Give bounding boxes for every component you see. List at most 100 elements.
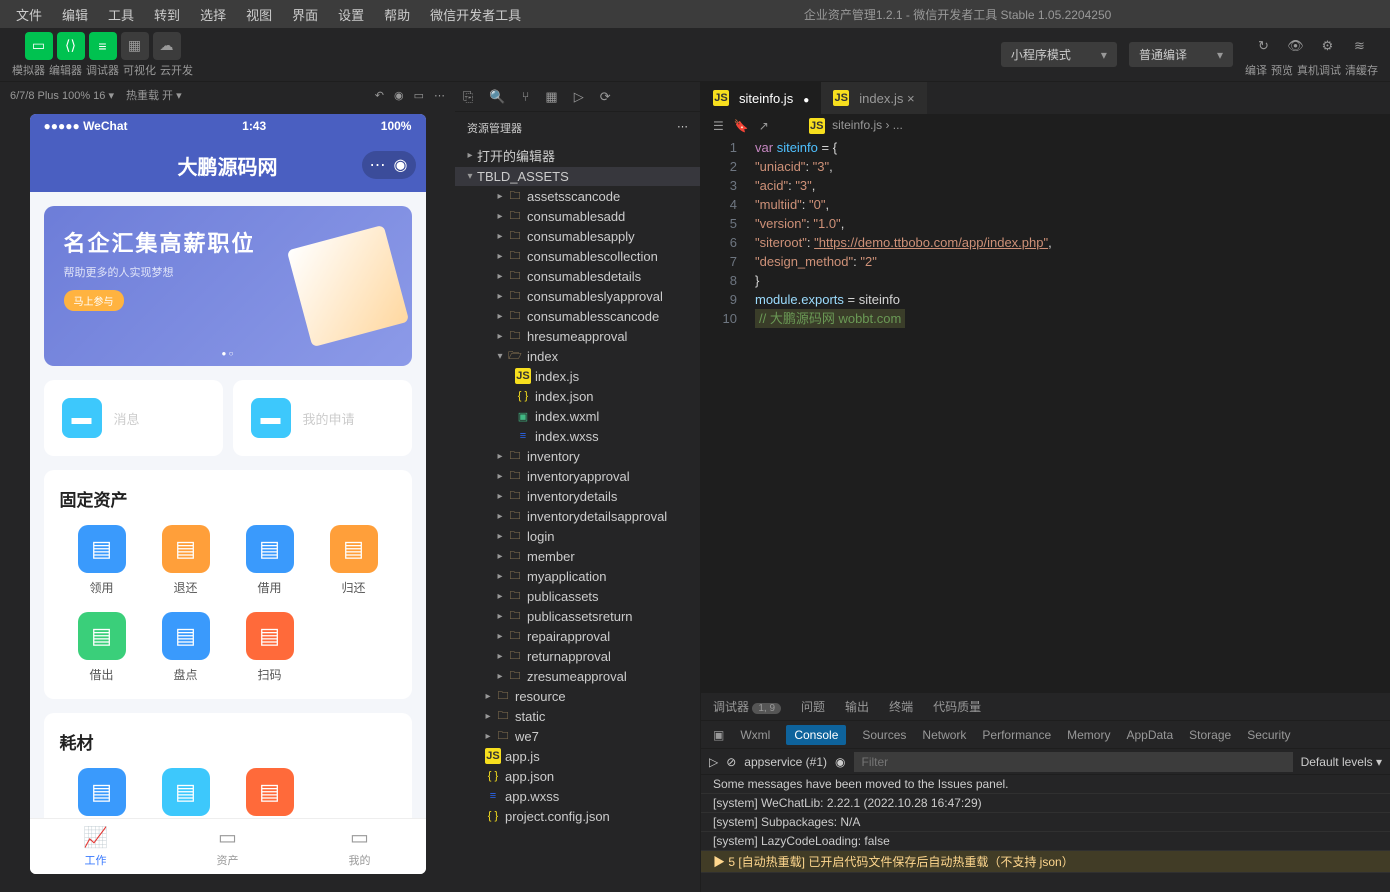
- grid-item[interactable]: ▤扫码: [228, 612, 312, 683]
- devtools-subtab[interactable]: Storage: [1189, 728, 1231, 742]
- devtools-subtab[interactable]: AppData: [1126, 728, 1173, 742]
- grid-item[interactable]: ▤借用: [228, 525, 312, 596]
- devtools-subtab[interactable]: Performance: [982, 728, 1051, 742]
- folder[interactable]: ▸🗀member: [455, 546, 700, 566]
- folder[interactable]: ▸🗀consumablesscancode: [455, 306, 700, 326]
- git-icon[interactable]: ⑂: [522, 89, 530, 104]
- more-icon[interactable]: ⋯: [677, 120, 688, 136]
- menu-item[interactable]: 帮助: [376, 2, 418, 27]
- menu-item[interactable]: 工具: [100, 2, 142, 27]
- file[interactable]: { }index.json: [455, 386, 700, 406]
- grid-item[interactable]: ▤归还: [312, 525, 396, 596]
- devtools-subtab[interactable]: Wxml: [740, 728, 770, 742]
- file[interactable]: ≡app.wxss: [455, 786, 700, 806]
- menu-item[interactable]: 转到: [146, 2, 188, 27]
- grid-item[interactable]: ▤盘点: [144, 612, 228, 683]
- devtools-subtab[interactable]: Sources: [862, 728, 906, 742]
- file[interactable]: ≡index.wxss: [455, 426, 700, 446]
- arrow-icon[interactable]: ↗: [759, 119, 769, 133]
- folder[interactable]: ▾🗁index: [455, 346, 700, 366]
- folder[interactable]: ▸🗀consumableslyapproval: [455, 286, 700, 306]
- preview-icon[interactable]: 👁: [1282, 32, 1310, 60]
- grid-item[interactable]: ▤领用: [60, 525, 144, 596]
- grid-item[interactable]: ▤借出: [60, 612, 144, 683]
- editor-tab[interactable]: JSsiteinfo.js: [701, 82, 821, 114]
- tree-root[interactable]: ▾TBLD_ASSETS: [455, 167, 700, 186]
- more-icon[interactable]: ⋯: [434, 89, 445, 102]
- folder[interactable]: ▸🗀resource: [455, 686, 700, 706]
- capsule[interactable]: ⋯◉: [362, 151, 416, 179]
- visual-btn[interactable]: ▦: [121, 32, 149, 60]
- devtools-subtab[interactable]: Network: [922, 728, 966, 742]
- devtools-tab[interactable]: 输出: [845, 698, 869, 715]
- folder[interactable]: ▸🗀consumablesadd: [455, 206, 700, 226]
- banner[interactable]: 名企汇集高薪职位 帮助更多的人实现梦想 马上参与 ● ○: [44, 206, 412, 366]
- devtools-subtab[interactable]: Security: [1247, 728, 1290, 742]
- device-select[interactable]: 6/7/8 Plus 100% 16 ▾: [10, 89, 114, 102]
- menu-item[interactable]: 微信开发者工具: [422, 2, 529, 27]
- menu-item[interactable]: 选择: [192, 2, 234, 27]
- menu-item[interactable]: 视图: [238, 2, 280, 27]
- editor-btn[interactable]: ⟨⟩: [57, 32, 85, 60]
- folder[interactable]: ▸🗀inventory: [455, 446, 700, 466]
- tab-item[interactable]: ▭我的: [294, 819, 426, 874]
- menu-item[interactable]: 界面: [284, 2, 326, 27]
- folder[interactable]: ▸🗀inventorydetailsapproval: [455, 506, 700, 526]
- folder[interactable]: ▸🗀returnapproval: [455, 646, 700, 666]
- card[interactable]: ▬消息: [44, 380, 223, 456]
- list-icon[interactable]: ☰: [713, 119, 724, 133]
- extensions-icon[interactable]: ▦: [545, 89, 557, 105]
- tab-item[interactable]: ▭资产: [162, 819, 294, 874]
- file[interactable]: { }app.json: [455, 766, 700, 786]
- more-icon[interactable]: ⟳: [600, 89, 611, 105]
- devtools-subtab[interactable]: Memory: [1067, 728, 1110, 742]
- filter-input[interactable]: [854, 752, 1293, 772]
- menu-item[interactable]: 编辑: [54, 2, 96, 27]
- remote-icon[interactable]: ⚙: [1314, 32, 1342, 60]
- cloud-btn[interactable]: ☁: [153, 32, 181, 60]
- record-icon[interactable]: ◉: [394, 89, 404, 102]
- folder[interactable]: ▸🗀publicassets: [455, 586, 700, 606]
- files-icon[interactable]: ⎘: [463, 89, 473, 105]
- folder[interactable]: ▸🗀repairapproval: [455, 626, 700, 646]
- devtools-tab[interactable]: 代码质量: [933, 698, 981, 715]
- folder[interactable]: ▸🗀static: [455, 706, 700, 726]
- editor-tab[interactable]: JSindex.js ×: [821, 82, 926, 114]
- clear-icon[interactable]: ⊘: [726, 755, 736, 769]
- devtools-tab[interactable]: 问题: [801, 698, 825, 715]
- debug-icon[interactable]: ▷: [574, 89, 584, 105]
- folder[interactable]: ▸🗀inventoryapproval: [455, 466, 700, 486]
- search-icon[interactable]: 🔍: [489, 89, 505, 105]
- folder[interactable]: ▸🗀login: [455, 526, 700, 546]
- tab-item[interactable]: 📈工作: [30, 819, 162, 874]
- bookmark-icon[interactable]: 🔖: [734, 119, 749, 133]
- reload-toggle[interactable]: 热重载 开 ▾: [126, 87, 182, 103]
- folder[interactable]: ▸🗀consumablesdetails: [455, 266, 700, 286]
- folder[interactable]: ▸🗀inventorydetails: [455, 486, 700, 506]
- file[interactable]: ▣index.wxml: [455, 406, 700, 426]
- folder[interactable]: ▸🗀zresumeapproval: [455, 666, 700, 686]
- devtools-subtab[interactable]: Console: [786, 725, 846, 745]
- folder[interactable]: ▸🗀publicassetsreturn: [455, 606, 700, 626]
- context-select[interactable]: appservice (#1): [744, 755, 827, 769]
- compile-icon[interactable]: ↻: [1250, 32, 1278, 60]
- simulator-btn[interactable]: ▭: [25, 32, 53, 60]
- card[interactable]: ▬我的申请: [233, 380, 412, 456]
- folder[interactable]: ▸🗀assetsscancode: [455, 186, 700, 206]
- file[interactable]: JSindex.js: [455, 366, 700, 386]
- file[interactable]: JSapp.js: [455, 746, 700, 766]
- grid-item[interactable]: ▤退还: [144, 525, 228, 596]
- devtools-tab[interactable]: 终端: [889, 698, 913, 715]
- folder[interactable]: ▸🗀consumablesapply: [455, 226, 700, 246]
- folder[interactable]: ▸🗀we7: [455, 726, 700, 746]
- tree-section[interactable]: ▸打开的编辑器: [455, 144, 700, 167]
- folder[interactable]: ▸🗀hresumeapproval: [455, 326, 700, 346]
- folder[interactable]: ▸🗀myapplication: [455, 566, 700, 586]
- mode-select[interactable]: 小程序模式: [1001, 42, 1117, 67]
- compile-select[interactable]: 普通编译: [1129, 42, 1233, 67]
- folder[interactable]: ▸🗀consumablescollection: [455, 246, 700, 266]
- back-icon[interactable]: ↶: [375, 89, 384, 102]
- menu-item[interactable]: 设置: [330, 2, 372, 27]
- stop-icon[interactable]: ▷: [709, 755, 718, 769]
- debugger-btn[interactable]: ≡: [89, 32, 117, 60]
